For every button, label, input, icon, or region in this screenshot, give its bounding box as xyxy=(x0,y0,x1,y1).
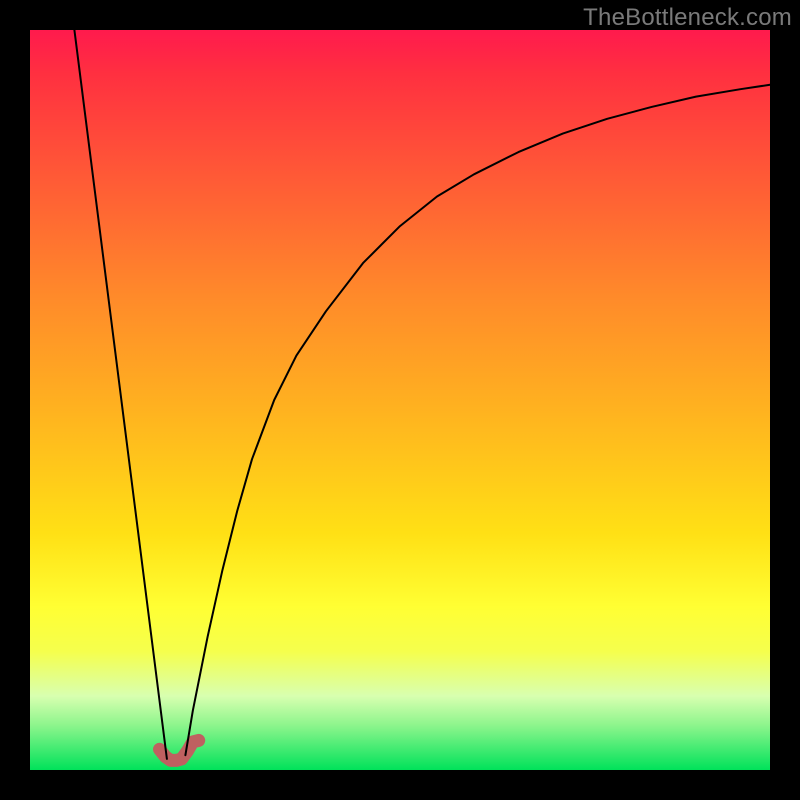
series-left-edge xyxy=(74,30,166,759)
chart-frame: TheBottleneck.com xyxy=(0,0,800,800)
chart-svg xyxy=(30,30,770,770)
watermark-text: TheBottleneck.com xyxy=(583,4,792,32)
chart-plot-area xyxy=(30,30,770,770)
series-main-curve xyxy=(185,85,770,755)
